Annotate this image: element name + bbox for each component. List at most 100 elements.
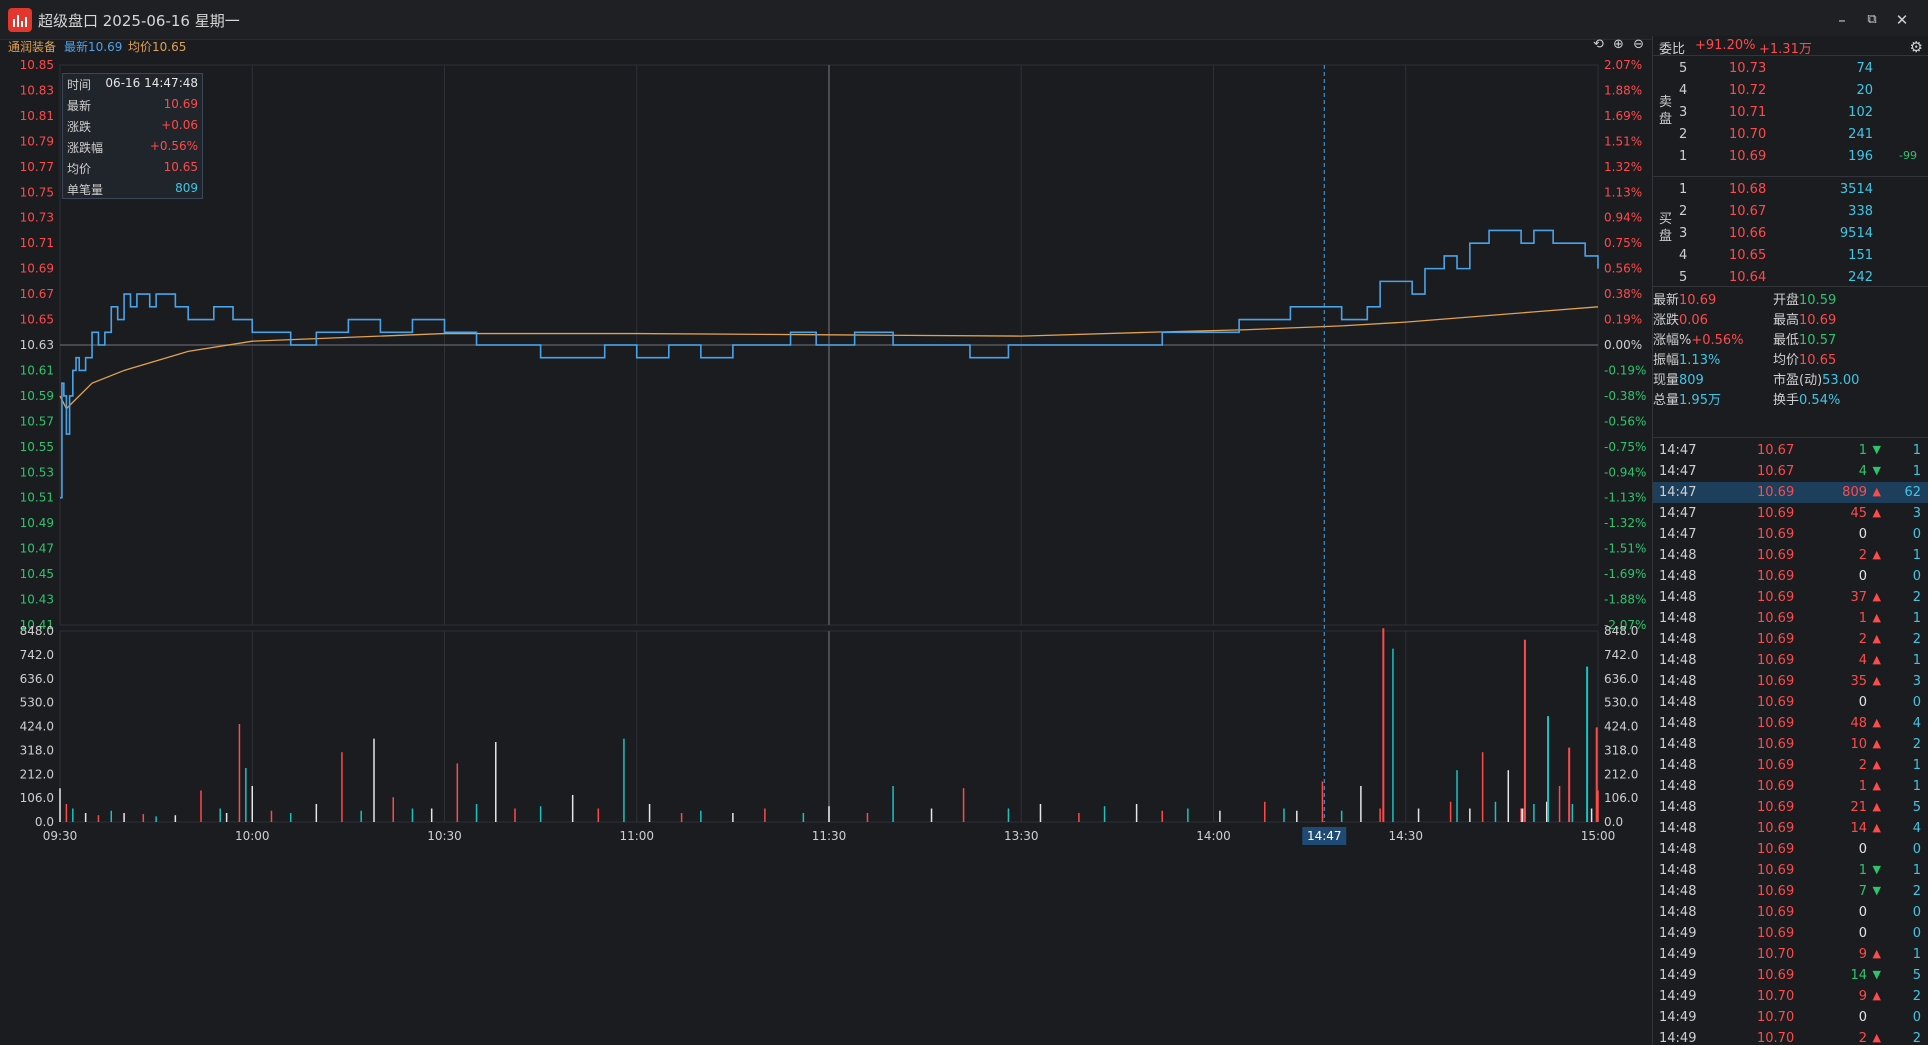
tick-count: 5 xyxy=(1912,968,1921,983)
tick-time: 14:48 xyxy=(1659,905,1697,920)
quote-value: 0.06 xyxy=(1679,313,1708,328)
buy-level-row[interactable]: 3 10.66 9514 xyxy=(1653,223,1928,245)
tick-volume: 0 xyxy=(1858,842,1867,857)
tick-row[interactable]: 14:49 10.70 9 ▲ 1 xyxy=(1653,944,1928,965)
percent-tick-label: 0.75% xyxy=(1604,236,1642,250)
x-tick-label: 13:30 xyxy=(1004,829,1039,843)
tick-price: 10.69 xyxy=(1757,842,1795,857)
tick-row[interactable]: 14:48 10.69 1 ▲ 1 xyxy=(1653,608,1928,629)
x-tick-label: 11:00 xyxy=(619,829,654,843)
tick-volume: 9 xyxy=(1858,947,1867,962)
quote-field: 最高10.69 xyxy=(1773,309,1836,329)
buy-book: 买盘 1 10.68 3514 2 10.67 338 3 10.66 9514 4 10.65 15… xyxy=(1653,176,1928,288)
tick-time: 14:47 xyxy=(1659,443,1697,458)
tick-volume: 2 xyxy=(1858,632,1867,647)
tick-row[interactable]: 14:48 10.69 2 ▲ 1 xyxy=(1653,545,1928,566)
sell-level-row[interactable]: 1 10.69 196 -99 xyxy=(1653,146,1928,168)
tick-count: 4 xyxy=(1912,716,1921,731)
tick-count: 1 xyxy=(1912,464,1921,479)
tick-row[interactable]: 14:47 10.67 1 ▼ 1 xyxy=(1653,440,1928,461)
volume-tick-label-right: 848.0 xyxy=(1604,624,1638,638)
level-volume: 102 xyxy=(1848,105,1873,120)
tick-row[interactable]: 14:48 10.69 35 ▲ 3 xyxy=(1653,671,1928,692)
tick-row[interactable]: 14:47 10.67 4 ▼ 1 xyxy=(1653,461,1928,482)
tick-row[interactable]: 14:48 10.69 7 ▼ 2 xyxy=(1653,881,1928,902)
tick-row[interactable]: 14:47 10.69 0 0 xyxy=(1653,524,1928,545)
gear-icon[interactable]: ⚙ xyxy=(1910,38,1923,56)
volume-tick-label-right: 530.0 xyxy=(1604,696,1638,710)
buy-level-row[interactable]: 1 10.68 3514 xyxy=(1653,179,1928,201)
buy-level-row[interactable]: 2 10.67 338 xyxy=(1653,201,1928,223)
percent-tick-label: -1.51% xyxy=(1604,542,1646,556)
tick-row[interactable]: 14:48 10.69 0 0 xyxy=(1653,839,1928,860)
tick-row[interactable]: 14:49 10.69 14 ▼ 5 xyxy=(1653,965,1928,986)
sell-level-row[interactable]: 3 10.71 102 xyxy=(1653,102,1928,124)
ratio-label: 委比 xyxy=(1659,42,1686,57)
quote-value: 10.65 xyxy=(1799,353,1837,368)
tick-row[interactable]: 14:48 10.69 48 ▲ 4 xyxy=(1653,713,1928,734)
tick-price: 10.70 xyxy=(1757,989,1795,1004)
tick-row[interactable]: 14:48 10.69 14 ▲ 4 xyxy=(1653,818,1928,839)
tick-time: 14:49 xyxy=(1659,1010,1697,1025)
minimize-button[interactable]: – xyxy=(1828,8,1856,32)
tick-row[interactable]: 14:48 10.69 21 ▲ 5 xyxy=(1653,797,1928,818)
sell-level-row[interactable]: 5 10.73 74 xyxy=(1653,58,1928,80)
price-tick-label: 10.51 xyxy=(20,491,54,505)
tick-row[interactable]: 14:48 10.69 4 ▲ 1 xyxy=(1653,650,1928,671)
arrow-up-icon: ▲ xyxy=(1872,653,1881,666)
sell-level-row[interactable]: 4 10.72 20 xyxy=(1653,80,1928,102)
arrow-up-icon: ▲ xyxy=(1872,1031,1881,1044)
tick-count: 0 xyxy=(1912,569,1921,584)
tick-row[interactable]: 14:48 10.69 2 ▲ 2 xyxy=(1653,629,1928,650)
price-tick-label: 10.57 xyxy=(20,414,54,428)
sell-level-row[interactable]: 2 10.70 241 xyxy=(1653,124,1928,146)
arrow-down-icon: ▼ xyxy=(1872,884,1881,897)
tick-count: 2 xyxy=(1912,590,1921,605)
tick-row[interactable]: 14:47 10.69 809 ▲ 62 xyxy=(1653,482,1928,503)
tick-row[interactable]: 14:48 10.69 0 0 xyxy=(1653,692,1928,713)
tick-row[interactable]: 14:48 10.69 1 ▲ 1 xyxy=(1653,776,1928,797)
quote-value: 1.13% xyxy=(1679,353,1721,368)
tick-row[interactable]: 14:49 10.70 0 0 xyxy=(1653,1007,1928,1028)
quote-value: 53.00 xyxy=(1822,373,1860,388)
tick-row[interactable]: 14:48 10.69 37 ▲ 2 xyxy=(1653,587,1928,608)
tick-time: 14:49 xyxy=(1659,968,1697,983)
tick-row[interactable]: 14:49 10.70 9 ▲ 2 xyxy=(1653,986,1928,1007)
tick-row[interactable]: 14:48 10.69 1 ▼ 1 xyxy=(1653,860,1928,881)
tick-row[interactable]: 14:49 10.70 2 ▲ 2 xyxy=(1653,1028,1928,1045)
level-volume: 3514 xyxy=(1839,182,1873,197)
tick-row[interactable]: 14:48 10.69 2 ▲ 1 xyxy=(1653,755,1928,776)
tick-row[interactable]: 14:48 10.69 10 ▲ 2 xyxy=(1653,734,1928,755)
buy-level-row[interactable]: 4 10.65 151 xyxy=(1653,245,1928,267)
tick-row[interactable]: 14:48 10.69 0 0 xyxy=(1653,566,1928,587)
close-button[interactable]: ✕ xyxy=(1888,8,1916,32)
tick-row[interactable]: 14:47 10.69 45 ▲ 3 xyxy=(1653,503,1928,524)
x-tick-label: 10:30 xyxy=(427,829,462,843)
tick-time: 14:48 xyxy=(1659,548,1697,563)
level-volume: 74 xyxy=(1856,61,1873,76)
level-volume: 20 xyxy=(1856,83,1873,98)
level-number: 4 xyxy=(1679,83,1688,98)
arrow-up-icon: ▲ xyxy=(1872,779,1881,792)
tooltip-row: 涨跌 +0.06 xyxy=(67,116,198,136)
tick-row[interactable]: 14:49 10.69 0 0 xyxy=(1653,923,1928,944)
level-price: 10.64 xyxy=(1729,270,1767,285)
tick-price: 10.69 xyxy=(1757,884,1795,899)
price-tick-label: 10.73 xyxy=(20,211,54,225)
price-tick-label: 10.53 xyxy=(20,465,54,479)
price-tick-label: 10.85 xyxy=(20,58,54,72)
tick-count: 1 xyxy=(1912,863,1921,878)
tooltip-value: 809 xyxy=(175,181,198,195)
tick-count: 0 xyxy=(1912,527,1921,542)
tick-price: 10.69 xyxy=(1757,695,1795,710)
price-tick-label: 10.59 xyxy=(20,389,54,403)
tick-row[interactable]: 14:48 10.69 0 0 xyxy=(1653,902,1928,923)
tick-time: 14:49 xyxy=(1659,989,1697,1004)
price-tick-label: 10.63 xyxy=(20,338,54,352)
restore-button[interactable]: ⧉ xyxy=(1858,8,1886,32)
level-volume: 196 xyxy=(1848,149,1873,164)
percent-tick-label: 1.88% xyxy=(1604,83,1642,97)
intraday-chart[interactable]: 09:30 10:00 10:30 11:00 11:30 13:30 14:00 14:30… xyxy=(0,50,1652,1045)
level-price: 10.71 xyxy=(1729,105,1767,120)
title-bar: 超级盘口 2025-06-16 星期一 – ⧉ ✕ xyxy=(0,0,1928,40)
